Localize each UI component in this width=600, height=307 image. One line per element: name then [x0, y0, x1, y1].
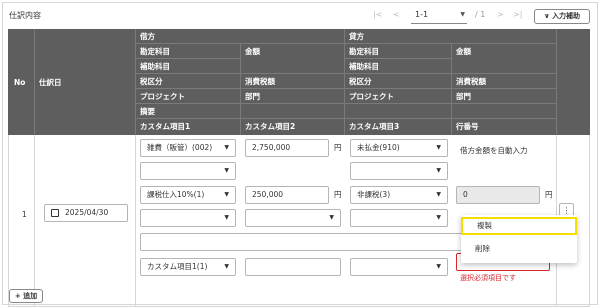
row-context-menu: 複製 削除 [461, 215, 577, 263]
chevron-down-icon: ▼ [460, 11, 465, 18]
chevron-down-icon: ▼ [436, 263, 441, 270]
credit-tax-amount-input[interactable]: 0 [456, 186, 540, 204]
panel-toolbar: 仕訳内容 |< < 1-1 ▼ / 1 > >| ∨ 入力補助 [3, 3, 597, 27]
chevron-down-icon: ▼ [436, 144, 441, 151]
header-custom2: カスタム項目2 [245, 122, 296, 131]
input-assist-button[interactable]: ∨ 入力補助 [534, 9, 590, 24]
plus-icon: + [14, 292, 21, 300]
header-credit-project: プロジェクト [345, 89, 451, 104]
credit-tax-class-value: 非課税(3) [357, 190, 391, 199]
header-credit-tax-class: 税区分 [345, 74, 451, 89]
add-row-label: 追加 [23, 292, 38, 300]
debit-tax-amount-input[interactable]: 250,000 [245, 186, 329, 204]
header-date: 仕訳日 [39, 78, 62, 87]
calendar-icon [51, 209, 59, 217]
chevron-down-icon: ▼ [329, 214, 334, 221]
credit-account-value: 未払金(910) [357, 143, 400, 152]
header-credit-department: 部門 [452, 89, 556, 104]
menu-item-copy[interactable]: 複製 [461, 217, 577, 235]
header-credit: 貸方 [345, 29, 556, 44]
last-page-button[interactable]: >| [513, 9, 522, 21]
yen-unit: 円 [334, 190, 342, 199]
chevron-down-icon: ▼ [224, 214, 229, 221]
header-credit-sub-account: 補助科目 [345, 59, 451, 74]
menu-item-delete[interactable]: 削除 [461, 239, 577, 259]
chevron-down-icon: ▼ [224, 144, 229, 151]
header-debit: 借方 [136, 29, 344, 44]
header-debit-department: 部門 [241, 89, 344, 104]
next-page-button[interactable]: > [497, 9, 504, 21]
header-debit-tax-class: 税区分 [136, 74, 240, 89]
add-row-button[interactable]: + 追加 [9, 289, 43, 303]
custom1-value: カスタム項目1(1) [147, 262, 208, 271]
debit-tax-class-select[interactable]: 課税仕入10%(1) ▼ [140, 186, 236, 204]
auto-amount-note: 借方金額を自動入力 [460, 146, 528, 155]
chevron-down-icon: ▼ [224, 191, 229, 198]
header-no: No [14, 78, 26, 87]
yen-unit: 円 [334, 143, 342, 152]
chevron-down-icon: ∨ [543, 12, 550, 20]
credit-project-select[interactable]: ▼ [350, 209, 448, 227]
divider [34, 135, 35, 306]
custom1-select[interactable]: カスタム項目1(1) ▼ [140, 258, 236, 276]
yen-unit: 円 [545, 190, 553, 199]
header-custom3: カスタム項目3 [349, 122, 400, 131]
header-debit-tax-amount: 消費税額 [241, 74, 344, 89]
journal-panel: 仕訳内容 |< < 1-1 ▼ / 1 > >| ∨ 入力補助 No 仕訳日 借… [2, 2, 598, 307]
credit-sub-account-select[interactable]: ▼ [350, 162, 448, 180]
header-line-no: 行番号 [456, 122, 479, 131]
chevron-down-icon: ▼ [436, 214, 441, 221]
header-credit-account: 勘定科目 [345, 44, 451, 59]
header-memo: 摘要 [136, 104, 556, 119]
debit-department-select[interactable]: ▼ [245, 209, 341, 227]
date-input[interactable]: 2025/04/30 [44, 204, 128, 222]
debit-amount-input[interactable]: 2,750,000 [245, 139, 329, 157]
row-number: 1 [22, 210, 27, 219]
first-page-button[interactable]: |< [373, 9, 382, 21]
custom2-input[interactable] [245, 258, 341, 276]
credit-account-select[interactable]: 未払金(910) ▼ [350, 139, 448, 157]
prev-page-button[interactable]: < [393, 9, 400, 21]
debit-account-value: 雑費（販管）(002) [147, 143, 213, 152]
chevron-down-icon: ▼ [224, 263, 229, 270]
header-custom1: カスタム項目1 [140, 122, 191, 131]
page-range-select[interactable]: 1-1 ▼ [411, 6, 467, 24]
header-debit-amount: 金額 [241, 44, 344, 74]
required-error: 選択必須項目です [460, 274, 516, 282]
header-debit-project: プロジェクト [136, 89, 240, 104]
header-credit-amount: 金額 [452, 44, 556, 74]
chevron-down-icon: ▼ [224, 167, 229, 174]
custom3-select[interactable]: ▼ [350, 258, 448, 276]
debit-tax-class-value: 課税仕入10%(1) [147, 190, 205, 199]
credit-tax-class-select[interactable]: 非課税(3) ▼ [350, 186, 448, 204]
header-debit-account: 勘定科目 [136, 44, 240, 59]
panel-title: 仕訳内容 [9, 11, 41, 20]
header-debit-sub-account: 補助科目 [136, 59, 240, 74]
page-total: / 1 [475, 10, 486, 19]
divider [556, 29, 557, 135]
chevron-down-icon: ▼ [436, 191, 441, 198]
chevron-down-icon: ▼ [436, 167, 441, 174]
divider [135, 135, 136, 306]
date-value: 2025/04/30 [65, 208, 109, 217]
debit-account-select[interactable]: 雑費（販管）(002) ▼ [140, 139, 236, 157]
debit-project-select[interactable]: ▼ [140, 209, 236, 227]
header-credit-tax-amount: 消費税額 [452, 74, 556, 89]
debit-sub-account-select[interactable]: ▼ [140, 162, 236, 180]
